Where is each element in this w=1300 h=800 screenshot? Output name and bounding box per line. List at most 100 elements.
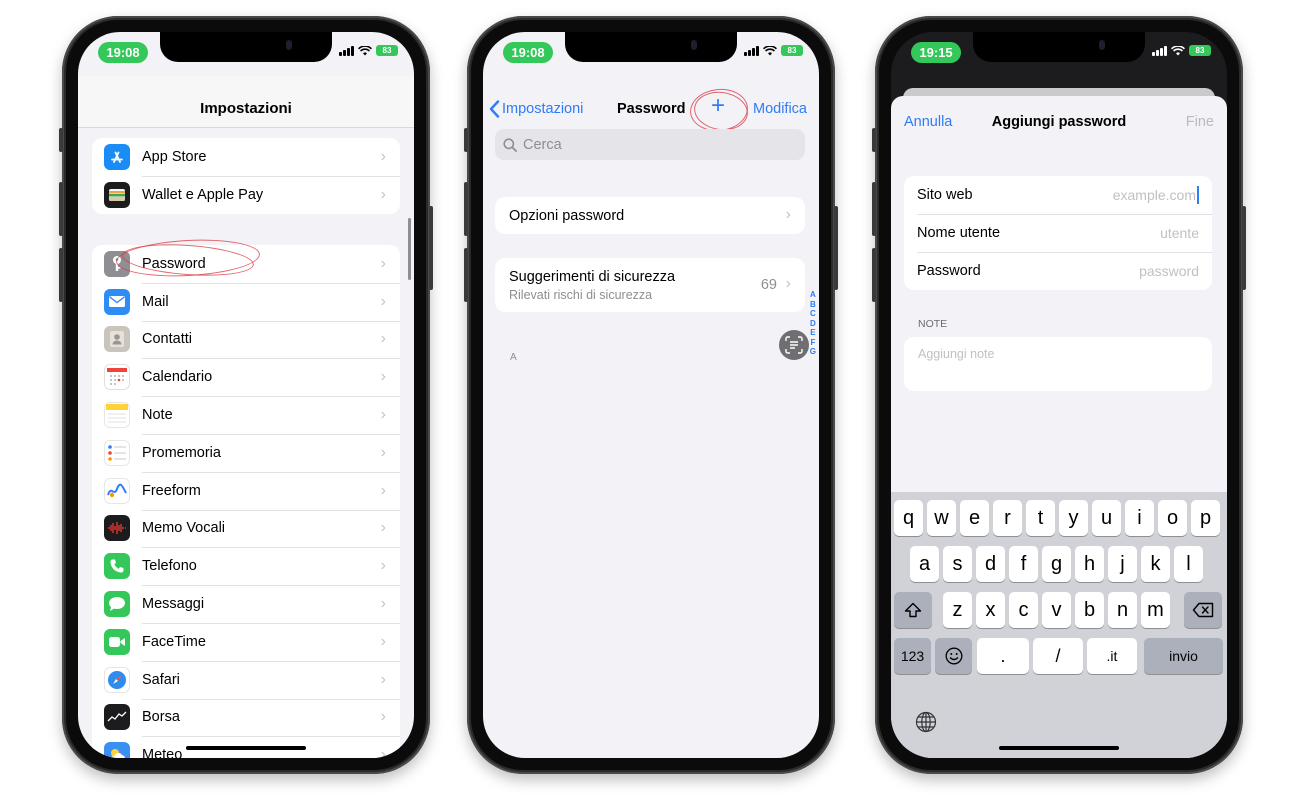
wifi-icon <box>1171 45 1185 56</box>
key-y[interactable]: y <box>1059 500 1088 536</box>
key-b[interactable]: b <box>1075 592 1104 628</box>
settings-item-messages[interactable]: Messaggi › <box>92 585 400 623</box>
settings-item-label: Promemoria <box>142 444 221 461</box>
key-c[interactable]: c <box>1009 592 1038 628</box>
home-indicator[interactable] <box>999 746 1119 750</box>
scan-text-button[interactable] <box>779 330 809 360</box>
settings-item-calendar[interactable]: Calendario › <box>92 358 400 396</box>
key-u[interactable]: u <box>1092 500 1121 536</box>
settings-item-reminders[interactable]: Promemoria › <box>92 433 400 472</box>
settings-item-contacts[interactable]: Contatti › <box>92 320 400 359</box>
key-d[interactable]: d <box>976 546 1005 582</box>
weather-icon <box>104 742 130 758</box>
edit-button[interactable]: Modifica <box>753 101 807 117</box>
backspace-key[interactable] <box>1184 592 1222 628</box>
key-f[interactable]: f <box>1009 546 1038 582</box>
chevron-right-icon: › <box>380 595 386 613</box>
website-field[interactable]: Sito web example.com <box>904 176 1212 214</box>
notes-field[interactable]: Aggiungi note <box>904 337 1212 391</box>
settings-item-wallet[interactable]: Wallet e Apple Pay › <box>92 175 400 214</box>
credentials-form: Sito web example.com Nome utente utente … <box>904 176 1212 290</box>
settings-item-label: Messaggi <box>142 596 205 613</box>
key-q[interactable]: q <box>894 500 923 536</box>
key-k[interactable]: k <box>1141 546 1170 582</box>
key-m[interactable]: m <box>1141 592 1170 628</box>
done-button[interactable]: Fine <box>1186 114 1214 130</box>
app-store-icon <box>104 143 130 170</box>
scroll-indicator[interactable] <box>408 218 411 280</box>
chevron-right-icon: › <box>380 632 386 650</box>
index-letter[interactable]: F <box>810 338 816 348</box>
security-recommendations-row[interactable]: Suggerimenti di sicurezza Rilevati risch… <box>495 258 805 312</box>
settings-item-mail[interactable]: Mail › <box>92 282 400 321</box>
index-letter[interactable]: C <box>810 309 816 319</box>
search-field[interactable]: Cerca <box>495 129 805 160</box>
chevron-right-icon: › <box>380 481 386 499</box>
text-cursor <box>1197 186 1199 204</box>
settings-item-phone[interactable]: Telefono › <box>92 547 400 585</box>
settings-item-safari[interactable]: Safari › <box>92 660 400 699</box>
field-label: Password <box>917 263 981 279</box>
key-r[interactable]: r <box>993 500 1022 536</box>
emoji-key[interactable] <box>935 638 972 674</box>
settings-item-app-store[interactable]: App Store › <box>92 138 400 176</box>
index-letter[interactable]: E <box>810 328 816 338</box>
key-j[interactable]: j <box>1108 546 1137 582</box>
key-g[interactable]: g <box>1042 546 1071 582</box>
key-h[interactable]: h <box>1075 546 1104 582</box>
key-t[interactable]: t <box>1026 500 1055 536</box>
page-title: Impostazioni <box>200 100 292 117</box>
key-w[interactable]: w <box>927 500 956 536</box>
key-n[interactable]: n <box>1108 592 1137 628</box>
settings-item-label: Telefono <box>142 558 197 575</box>
settings-item-label: Note <box>142 407 173 424</box>
settings-item-label: App Store <box>142 148 207 165</box>
tld-key[interactable]: .it <box>1087 638 1137 674</box>
username-placeholder: utente <box>1160 225 1199 241</box>
index-letter[interactable]: A <box>810 290 816 300</box>
index-letter[interactable]: G <box>810 347 816 357</box>
cellular-signal-icon <box>1152 45 1167 56</box>
settings-item-stocks[interactable]: Borsa › <box>92 698 400 737</box>
home-indicator[interactable] <box>186 746 306 750</box>
wifi-icon <box>358 45 372 56</box>
password-field[interactable]: Password password <box>904 252 1212 290</box>
shift-key[interactable] <box>894 592 932 628</box>
key-z[interactable]: z <box>943 592 972 628</box>
battery-icon: 83 <box>376 45 398 56</box>
index-letter[interactable]: D <box>810 319 816 329</box>
phone-settings: 19:08 83 Impostazioni App Store › Wallet… <box>59 16 433 774</box>
back-button[interactable]: Impostazioni <box>489 100 583 118</box>
key-x[interactable]: x <box>976 592 1005 628</box>
settings-group-apps: Password › Mail › Contatti › Calendario … <box>92 245 400 758</box>
globe-key[interactable] <box>915 711 937 738</box>
voice-memo-icon <box>104 515 130 542</box>
settings-item-notes[interactable]: Note › <box>92 396 400 434</box>
settings-item-label: Calendario <box>142 369 213 386</box>
settings-screen: 19:08 83 Impostazioni App Store › Wallet… <box>78 32 414 758</box>
cellular-signal-icon <box>339 45 354 56</box>
password-options-row[interactable]: Opzioni password › <box>495 197 805 234</box>
dot-key[interactable]: . <box>977 638 1029 674</box>
slash-key[interactable]: / <box>1033 638 1083 674</box>
key-a[interactable]: a <box>910 546 939 582</box>
settings-nav-bar: Impostazioni <box>78 76 414 128</box>
shift-icon <box>904 602 922 618</box>
sheet-nav-bar: Annulla Aggiungi password Fine <box>891 96 1227 148</box>
passwords-screen: 19:08 83 Impostazioni Password + Modific… <box>483 32 819 758</box>
key-s[interactable]: s <box>943 546 972 582</box>
key-v[interactable]: v <box>1042 592 1071 628</box>
return-key[interactable]: invio <box>1144 638 1223 674</box>
key-i[interactable]: i <box>1125 500 1154 536</box>
alphabet-index[interactable]: A B C D E F G <box>810 290 816 357</box>
key-l[interactable]: l <box>1174 546 1203 582</box>
settings-item-freeform[interactable]: Freeform › <box>92 471 400 510</box>
settings-item-voice-memos[interactable]: Memo Vocali › <box>92 509 400 548</box>
key-o[interactable]: o <box>1158 500 1187 536</box>
index-letter[interactable]: B <box>810 300 816 310</box>
numbers-key[interactable]: 123 <box>894 638 931 674</box>
key-p[interactable]: p <box>1191 500 1220 536</box>
username-field[interactable]: Nome utente utente <box>904 214 1212 252</box>
settings-item-facetime[interactable]: FaceTime › <box>92 622 400 661</box>
key-e[interactable]: e <box>960 500 989 536</box>
